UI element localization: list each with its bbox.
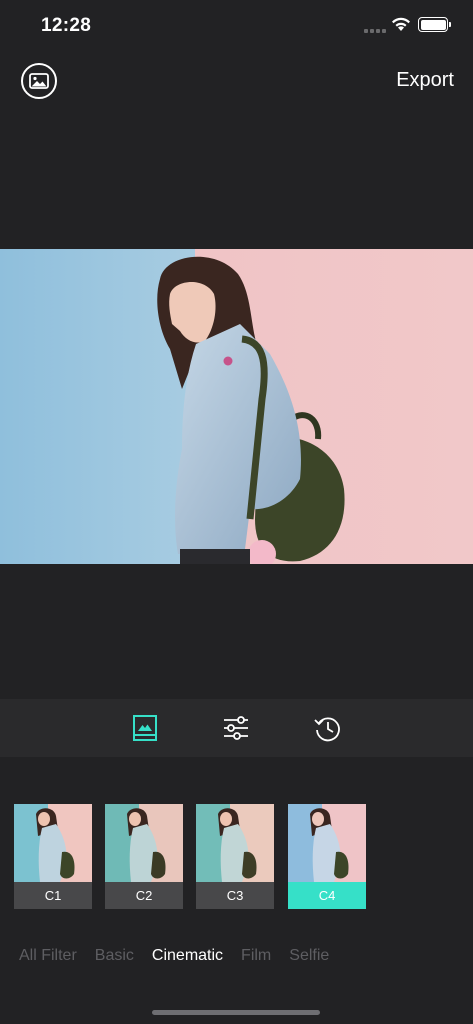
history-icon[interactable] bbox=[313, 714, 341, 742]
filter-icon[interactable] bbox=[131, 714, 159, 742]
wifi-icon bbox=[392, 17, 410, 31]
filter-thumbnail-c3[interactable]: C3 bbox=[196, 804, 274, 909]
filter-preview-image bbox=[105, 804, 183, 882]
filter-thumbnail-c1[interactable]: C1 bbox=[14, 804, 92, 909]
filter-label: C3 bbox=[196, 882, 274, 909]
filter-label: C4 bbox=[288, 882, 366, 909]
category-tab-all-filter[interactable]: All Filter bbox=[19, 947, 77, 965]
edit-toolbar bbox=[0, 699, 473, 757]
category-tab-selfie[interactable]: Selfie bbox=[289, 947, 329, 965]
editing-photo bbox=[0, 249, 473, 564]
status-time: 12:28 bbox=[41, 15, 92, 36]
home-indicator bbox=[152, 1010, 320, 1015]
signal-icon bbox=[364, 29, 386, 33]
filter-label: C2 bbox=[105, 882, 183, 909]
category-tab-film[interactable]: Film bbox=[241, 947, 271, 965]
filter-thumbnail-c4[interactable]: C4 bbox=[288, 804, 366, 909]
export-button[interactable]: Export bbox=[396, 69, 454, 92]
photo-editor-screen: 12:28 Export C1 C2 C3 C4 All Filter Basi… bbox=[0, 0, 473, 1024]
filter-preview-image bbox=[288, 804, 366, 882]
gallery-button[interactable] bbox=[21, 63, 57, 99]
category-tab-cinematic[interactable]: Cinematic bbox=[152, 947, 223, 965]
filter-thumbnail-c2[interactable]: C2 bbox=[105, 804, 183, 909]
filter-preview-image bbox=[14, 804, 92, 882]
gallery-icon bbox=[29, 73, 49, 89]
filter-label: C1 bbox=[14, 882, 92, 909]
status-bar: 12:28 bbox=[0, 0, 473, 52]
adjust-sliders-icon[interactable] bbox=[222, 714, 250, 742]
filter-preview-image bbox=[196, 804, 274, 882]
category-tab-basic[interactable]: Basic bbox=[95, 947, 134, 965]
filter-category-tabs: All Filter Basic Cinematic Film Selfie bbox=[19, 947, 347, 965]
battery-icon bbox=[418, 17, 451, 32]
